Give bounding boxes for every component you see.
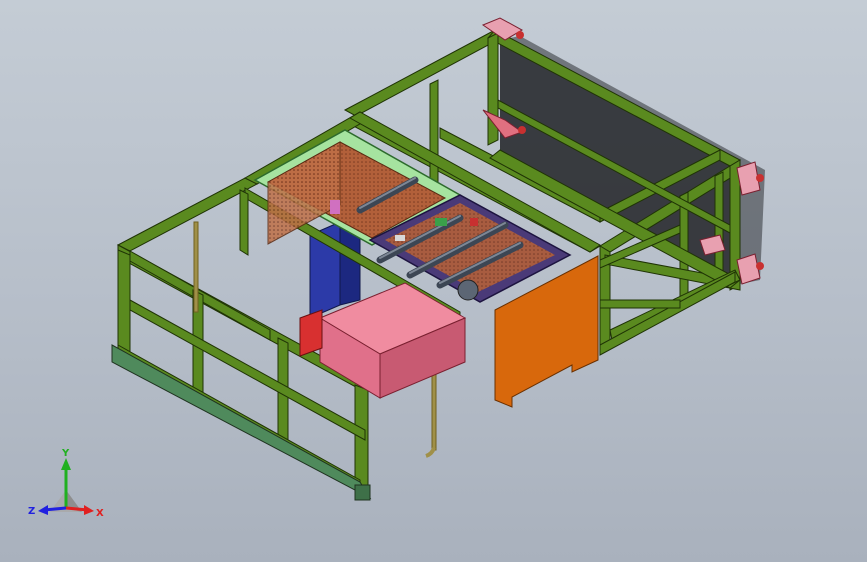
y-axis-label: Y <box>61 448 70 459</box>
z-axis-label: Z <box>28 506 35 517</box>
assembly-model[interactable] <box>0 0 867 562</box>
red-motor-block <box>299 309 323 357</box>
x-axis-label: X <box>96 508 104 519</box>
coordinate-triad: Y X Z <box>28 448 104 519</box>
graphics-viewport[interactable]: Y X Z <box>0 0 867 562</box>
pump-motor <box>457 279 479 301</box>
